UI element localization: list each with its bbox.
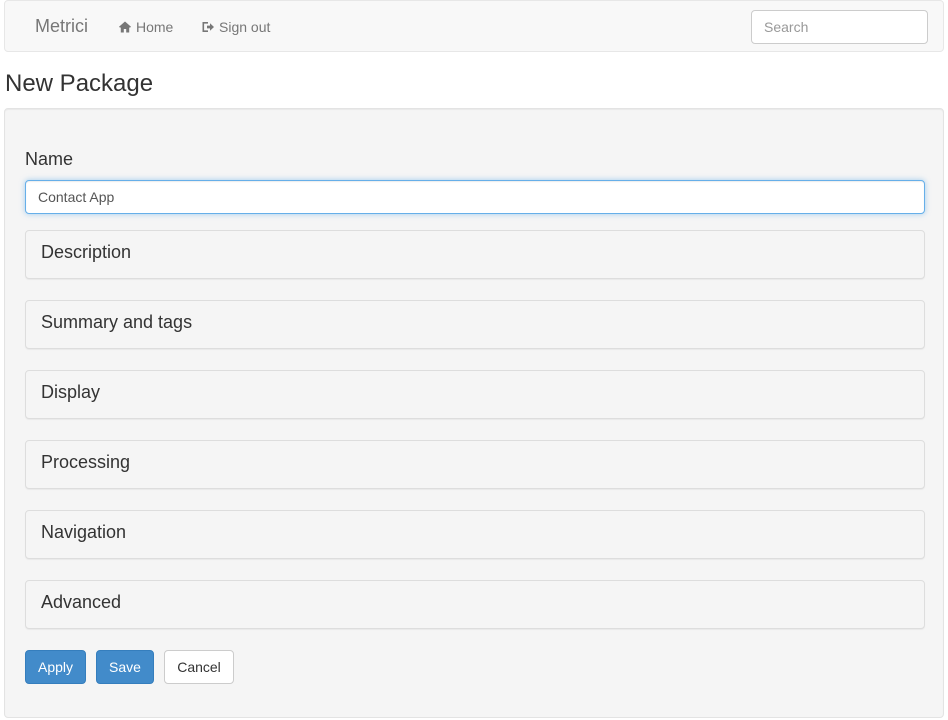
home-icon: [119, 21, 131, 33]
section-description-label: Description: [41, 242, 132, 262]
search-input[interactable]: [751, 10, 928, 44]
package-form: Name Description Summary and tags Displa…: [4, 108, 944, 718]
nav-link-sign-out-label: Sign out: [219, 19, 271, 35]
nav-link-home-label: Home: [136, 19, 174, 35]
section-display[interactable]: Display: [25, 370, 925, 419]
section-processing-label: Processing: [41, 452, 131, 472]
section-navigation[interactable]: Navigation: [25, 510, 925, 559]
section-advanced-label: Advanced: [41, 592, 122, 612]
name-input[interactable]: [25, 180, 925, 214]
section-summary-and-tags[interactable]: Summary and tags: [25, 300, 925, 349]
apply-button[interactable]: Apply: [25, 650, 86, 684]
brand-logo[interactable]: Metrici: [35, 16, 88, 37]
save-button[interactable]: Save: [96, 650, 154, 684]
section-advanced[interactable]: Advanced: [25, 580, 925, 629]
section-description[interactable]: Description: [25, 230, 925, 279]
nav-link-home[interactable]: Home: [118, 19, 173, 35]
section-summary-and-tags-label: Summary and tags: [41, 312, 193, 332]
top-navbar: Metrici Home Sign out: [4, 0, 944, 52]
cancel-button[interactable]: Cancel: [164, 650, 234, 684]
section-navigation-label: Navigation: [41, 522, 127, 542]
section-processing[interactable]: Processing: [25, 440, 925, 489]
section-display-label: Display: [41, 382, 101, 402]
page-title: New Package: [5, 70, 154, 97]
sign-out-icon: [202, 22, 214, 32]
name-label: Name: [25, 149, 74, 169]
nav-link-sign-out[interactable]: Sign out: [201, 19, 270, 35]
